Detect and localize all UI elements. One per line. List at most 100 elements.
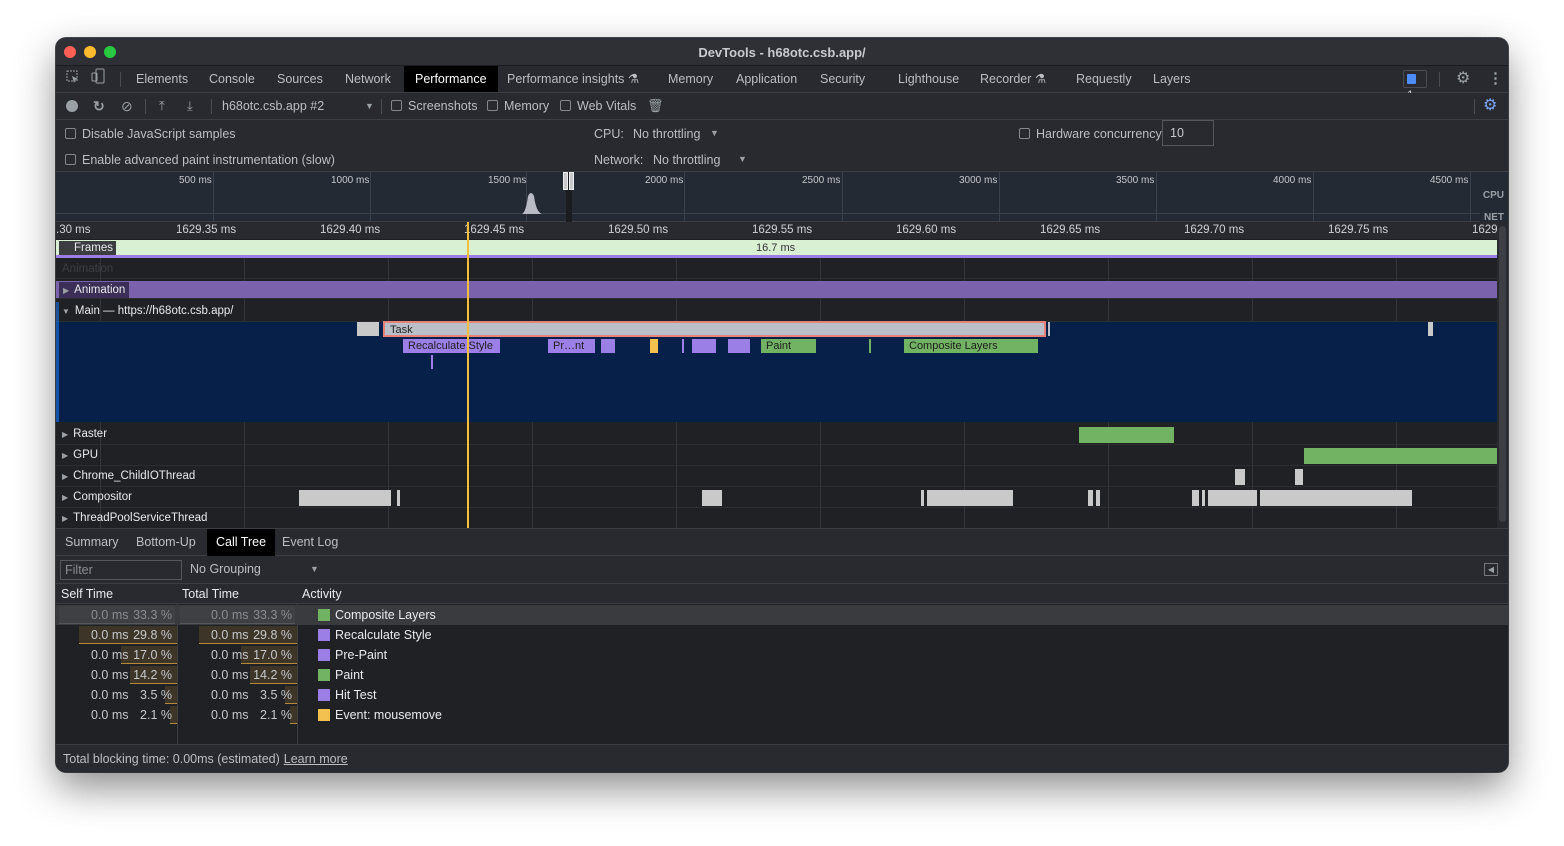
childio-track[interactable]: ▶ Chrome_ChildIOThread xyxy=(56,466,1497,487)
event-small[interactable] xyxy=(682,339,684,353)
event-recalculate-style[interactable]: Recalculate Style xyxy=(403,339,500,353)
compositor-task[interactable] xyxy=(927,490,1013,506)
network-select-arrow-icon[interactable]: ▼ xyxy=(738,154,747,164)
web-vitals-checkbox[interactable]: Web Vitals xyxy=(560,93,636,119)
raster-label[interactable]: ▶ Raster xyxy=(62,428,107,440)
raster-track[interactable]: ▶ Raster xyxy=(56,424,1497,445)
screenshots-checkbox[interactable]: Screenshots xyxy=(391,93,477,119)
tab-lighthouse[interactable]: Lighthouse xyxy=(898,66,959,92)
childio-label[interactable]: ▶ Chrome_ChildIOThread xyxy=(62,470,195,482)
io-task[interactable] xyxy=(1235,469,1245,485)
compositor-task[interactable] xyxy=(702,490,722,506)
settings-gear-icon[interactable]: ⚙ xyxy=(1456,66,1470,92)
table-row[interactable]: 0.0 ms 3.5 % 0.0 ms 3.5 % Hit Test xyxy=(56,685,1508,705)
memory-checkbox[interactable]: Memory xyxy=(487,93,549,119)
event-paint-small[interactable] xyxy=(869,339,871,353)
compositor-task[interactable] xyxy=(1192,490,1199,506)
compositor-track[interactable]: ▶ Compositor xyxy=(56,487,1497,508)
gpu-track[interactable]: ▶ GPU xyxy=(56,445,1497,466)
more-options-icon[interactable]: ⋮ xyxy=(1488,66,1503,92)
hardware-concurrency-checkbox[interactable]: Hardware concurrency xyxy=(1019,127,1162,141)
event-task-late[interactable] xyxy=(1428,322,1433,336)
compositor-task[interactable] xyxy=(397,490,400,506)
event-mousemove[interactable] xyxy=(650,339,658,353)
table-row[interactable]: 0.0 ms 29.8 % 0.0 ms 29.8 % Recalculate Styl… xyxy=(56,625,1508,645)
header-activity[interactable]: Activity xyxy=(297,584,1508,604)
flame-chart[interactable]: Frames 16.7 ms Animation ▶ Animation ▼ Mai… xyxy=(56,240,1497,528)
threadpool-label[interactable]: ▶ ThreadPoolServiceThread xyxy=(62,512,207,524)
tab-application[interactable]: Application xyxy=(736,66,797,92)
recording-select[interactable]: h68otc.csb.app #2 xyxy=(222,93,324,119)
header-total-time[interactable]: Total Time xyxy=(177,584,297,604)
record-button[interactable] xyxy=(66,100,78,112)
clear-icon[interactable]: ⊘ xyxy=(121,93,133,119)
raster-task[interactable] xyxy=(1079,427,1174,443)
threadpool-track[interactable]: ▶ ThreadPoolServiceThread xyxy=(56,508,1497,528)
table-row[interactable]: 0.0 ms 33.3 % 0.0 ms 33.3 % Composite Layers xyxy=(56,605,1508,625)
header-self-time[interactable]: Self Time xyxy=(56,584,177,604)
table-row[interactable]: 0.0 ms 17.0 % 0.0 ms 17.0 % Pre-Paint xyxy=(56,645,1508,665)
main-track-header[interactable]: ▼ Main — https://h68otc.csb.app/ xyxy=(56,302,1497,322)
compositor-task[interactable] xyxy=(1202,490,1205,506)
frame-duration[interactable]: 16.7 ms xyxy=(756,242,795,254)
tab-performance-insights[interactable]: Performance insights ⚗ xyxy=(507,66,639,92)
event-pre-paint-2[interactable] xyxy=(692,339,716,353)
selection-handle-left[interactable] xyxy=(563,172,568,190)
tab-console[interactable]: Console xyxy=(209,66,255,92)
animation-track-label[interactable]: ▶ Animation xyxy=(59,282,130,298)
grouping-select[interactable]: No Grouping xyxy=(190,556,261,583)
compositor-task[interactable] xyxy=(299,490,391,506)
compositor-task[interactable] xyxy=(921,490,924,506)
tab-requestly[interactable]: Requestly xyxy=(1076,66,1132,92)
tab-summary[interactable]: Summary xyxy=(56,529,127,556)
gpu-label[interactable]: ▶ GPU xyxy=(62,449,98,461)
gpu-task[interactable] xyxy=(1304,448,1497,464)
compositor-task[interactable] xyxy=(1096,490,1100,506)
tab-bottom-up[interactable]: Bottom-Up xyxy=(127,529,205,556)
timeline-overview[interactable]: 500 ms 1000 ms 1500 ms 2000 ms 2500 ms 3… xyxy=(56,172,1480,222)
event-pre-paint[interactable]: Pr…nt xyxy=(548,339,595,353)
event-hit-test[interactable] xyxy=(601,339,615,353)
device-toolbar-icon[interactable] xyxy=(91,66,105,92)
animation-track[interactable]: ▶ Animation xyxy=(56,281,1497,299)
flame-chart-scrollbar[interactable] xyxy=(1497,222,1508,528)
tab-elements[interactable]: Elements xyxy=(136,66,188,92)
event-composite-layers[interactable]: Composite Layers xyxy=(904,339,1038,353)
table-row[interactable]: 0.0 ms 2.1 % 0.0 ms 2.1 % Event: mousemove xyxy=(56,705,1508,725)
io-task[interactable] xyxy=(1295,469,1303,485)
compositor-task[interactable] xyxy=(1260,490,1412,506)
hardware-concurrency-input[interactable]: 10 xyxy=(1162,120,1214,146)
compositor-task[interactable] xyxy=(1088,490,1093,506)
tab-event-log[interactable]: Event Log xyxy=(273,529,347,556)
tab-sources[interactable]: Sources xyxy=(277,66,323,92)
event-recalc-child[interactable] xyxy=(431,355,433,369)
trash-icon[interactable]: 🗑 xyxy=(647,93,664,119)
disable-js-samples-checkbox[interactable]: Disable JavaScript samples xyxy=(65,127,236,141)
recording-select-arrow-icon[interactable]: ▼ xyxy=(365,93,374,119)
tab-call-tree[interactable]: Call Tree xyxy=(207,529,276,556)
event-task-small[interactable] xyxy=(357,322,379,336)
tab-memory[interactable]: Memory xyxy=(668,66,713,92)
tab-security[interactable]: Security xyxy=(820,66,865,92)
frames-track[interactable]: Frames 16.7 ms xyxy=(56,240,1497,258)
tab-performance[interactable]: Performance xyxy=(404,66,498,92)
download-profile-icon[interactable]: ⤓ xyxy=(187,93,193,119)
learn-more-link[interactable]: Learn more xyxy=(284,752,348,766)
filter-input[interactable]: Filter xyxy=(60,560,182,580)
upload-profile-icon[interactable]: ⤒ xyxy=(159,93,165,119)
advanced-paint-checkbox[interactable]: Enable advanced paint instrumentation (s… xyxy=(65,153,335,167)
issues-badge[interactable]: 1 xyxy=(1403,70,1427,102)
table-row[interactable]: 0.0 ms 14.2 % 0.0 ms 14.2 % Paint xyxy=(56,665,1508,685)
toggle-sidebar-icon[interactable]: ◀ xyxy=(1484,563,1498,576)
capture-settings-gear-icon[interactable]: ⚙ xyxy=(1483,93,1497,119)
grouping-arrow-icon[interactable]: ▼ xyxy=(310,556,319,583)
reload-record-icon[interactable]: ↻ xyxy=(93,93,105,119)
compositor-task[interactable] xyxy=(1208,490,1257,506)
main-track-label[interactable]: ▼ Main — https://h68otc.csb.app/ xyxy=(62,305,233,317)
main-thread-lane[interactable]: Task Recalculate Style Pr…nt Paint Compo… xyxy=(56,302,1497,422)
event-task[interactable]: Task xyxy=(383,321,1046,337)
scrollbar-thumb[interactable] xyxy=(1499,226,1506,522)
tab-layers[interactable]: Layers xyxy=(1153,66,1191,92)
cpu-select-arrow-icon[interactable]: ▼ xyxy=(710,128,719,138)
event-paint[interactable]: Paint xyxy=(761,339,816,353)
